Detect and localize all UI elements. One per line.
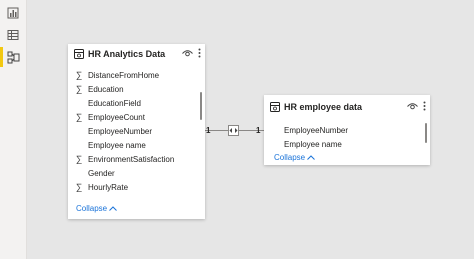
sum-icon: ∑	[75, 154, 83, 164]
model-view-icon	[7, 51, 19, 63]
field-name: EmployeeNumber	[88, 126, 153, 136]
collapse-button[interactable]: Collapse	[274, 153, 315, 162]
bidirectional-filter-icon[interactable]	[228, 125, 239, 136]
field-name: EnvironmentSatisfaction	[88, 154, 175, 164]
field-name: EmployeeNumber	[284, 125, 349, 135]
scrollbar-thumb[interactable]	[425, 123, 427, 143]
relationship-from-cardinality: 1	[206, 126, 211, 135]
field-name: Employee name	[88, 140, 146, 150]
table-header[interactable]: HR Analytics Data	[68, 44, 205, 64]
table-title: HR Analytics Data	[88, 49, 166, 59]
table-title: HR employee data	[284, 102, 363, 112]
field-row[interactable]: Employee name	[68, 138, 195, 152]
field-name: Education	[88, 84, 124, 94]
report-view-icon	[7, 7, 19, 19]
view-rail	[0, 0, 27, 259]
field-row[interactable]: ∑ Education	[68, 82, 195, 96]
sum-icon: ∑	[75, 70, 83, 80]
sum-icon: ∑	[75, 84, 83, 94]
field-row[interactable]: EmployeeNumber	[68, 124, 195, 138]
field-row[interactable]: ∑ EmployeeCount	[68, 110, 195, 124]
table-card-hr-analytics-data[interactable]: HR Analytics Data ∑ DistanceFromHome ∑ E…	[68, 44, 205, 219]
table-header[interactable]: HR employee data	[264, 97, 430, 117]
report-view-button[interactable]	[0, 2, 26, 24]
visibility-icon[interactable]	[407, 102, 418, 111]
field-name: HourlyRate	[88, 182, 129, 192]
field-row[interactable]: Gender	[68, 166, 195, 180]
table-icon	[74, 49, 84, 59]
sum-icon: ∑	[75, 182, 83, 192]
field-name: Gender	[88, 168, 115, 178]
more-options-icon[interactable]	[198, 48, 201, 58]
collapse-label: Collapse	[76, 204, 108, 213]
chevron-up-icon	[109, 206, 117, 211]
field-row[interactable]: Employee name	[264, 137, 420, 151]
table-card-hr-employee-data[interactable]: HR employee data EmployeeNumber Employee…	[264, 95, 430, 165]
scrollbar-thumb[interactable]	[200, 92, 202, 120]
field-row[interactable]: EducationField	[68, 96, 195, 110]
model-view-button[interactable]	[0, 46, 26, 68]
collapse-button[interactable]: Collapse	[76, 204, 117, 213]
field-name: EmployeeCount	[88, 112, 145, 122]
field-name: Employee name	[284, 139, 342, 149]
data-view-icon	[7, 30, 19, 40]
collapse-label: Collapse	[274, 153, 306, 162]
field-name: DistanceFromHome	[88, 70, 160, 80]
model-canvas[interactable]: 1 1 HR Analytics Data ∑ DistanceFromHome…	[27, 0, 474, 259]
sum-icon: ∑	[75, 112, 83, 122]
chevron-up-icon	[307, 155, 315, 160]
more-options-icon[interactable]	[423, 101, 426, 111]
field-row[interactable]: EmployeeNumber	[264, 123, 420, 137]
data-view-button[interactable]	[0, 24, 26, 46]
table-icon	[270, 102, 280, 112]
field-row-clipped	[68, 192, 195, 198]
field-row[interactable]: ∑ DistanceFromHome	[68, 68, 195, 82]
field-name: EducationField	[88, 98, 141, 108]
field-row[interactable]: ∑ EnvironmentSatisfaction	[68, 152, 195, 166]
visibility-icon[interactable]	[182, 49, 193, 58]
relationship-to-cardinality: 1	[256, 126, 261, 135]
